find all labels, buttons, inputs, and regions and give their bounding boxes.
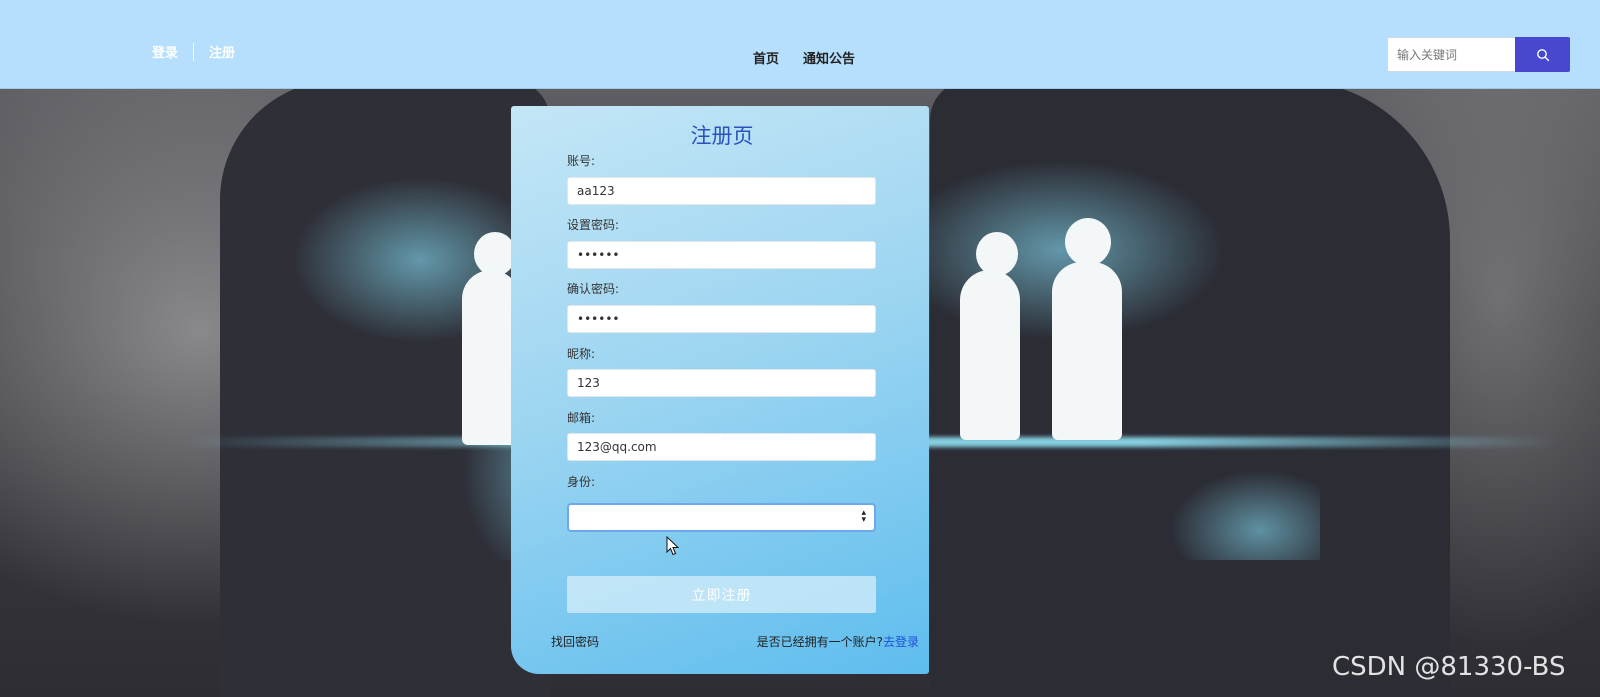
email-input[interactable] (567, 433, 876, 461)
divider (193, 42, 195, 61)
password-input[interactable] (567, 241, 876, 269)
nav-item-home[interactable]: 首页 (753, 48, 779, 67)
role-label: 身份: (567, 475, 596, 489)
nav-item-announcements[interactable]: 通知公告 (803, 48, 855, 67)
watermark-text: CSDN @81330-BS (1332, 652, 1566, 682)
confirm-password-input[interactable] (567, 305, 876, 333)
account-input[interactable] (567, 177, 876, 205)
confirm-password-label: 确认密码: (567, 282, 620, 296)
go-login-link[interactable]: 去登录 (883, 635, 919, 649)
account-label: 账号: (567, 154, 596, 168)
auth-links: 登录 注册 (152, 42, 235, 61)
search-button[interactable] (1515, 37, 1570, 72)
main-nav: 首页 通知公告 (753, 48, 855, 67)
register-card: 注册页 账号: 设置密码: 确认密码: 昵称: 邮箱: 身份: ▴▾ 立即注册 … (511, 106, 929, 674)
page-title: 注册页 (690, 124, 754, 148)
login-link[interactable]: 登录 (152, 42, 178, 61)
nickname-input[interactable] (567, 369, 876, 397)
silhouette-person (1052, 262, 1122, 440)
silhouette-head (1065, 218, 1111, 266)
role-select[interactable]: ▴ ▾ (567, 503, 876, 532)
search-box (1387, 37, 1570, 72)
password-label: 设置密码: (567, 218, 620, 232)
silhouette-head (976, 232, 1018, 276)
forgot-password-link[interactable]: 找回密码 (551, 633, 599, 650)
nickname-label: 昵称: (567, 347, 596, 361)
search-input[interactable] (1387, 37, 1515, 72)
search-icon (1536, 48, 1549, 61)
register-button[interactable]: 立即注册 (567, 576, 876, 613)
login-prompt: 是否已经拥有一个账户?去登录 (757, 633, 919, 650)
have-account-text: 是否已经拥有一个账户? (756, 635, 883, 649)
top-navbar: 登录 注册 首页 通知公告 (0, 0, 1600, 89)
silhouette-person (960, 270, 1020, 440)
email-label: 邮箱: (567, 411, 596, 425)
select-arrows-icon: ▴ ▾ (861, 508, 866, 525)
register-link[interactable]: 注册 (209, 42, 235, 61)
mouse-cursor-icon (666, 536, 680, 556)
